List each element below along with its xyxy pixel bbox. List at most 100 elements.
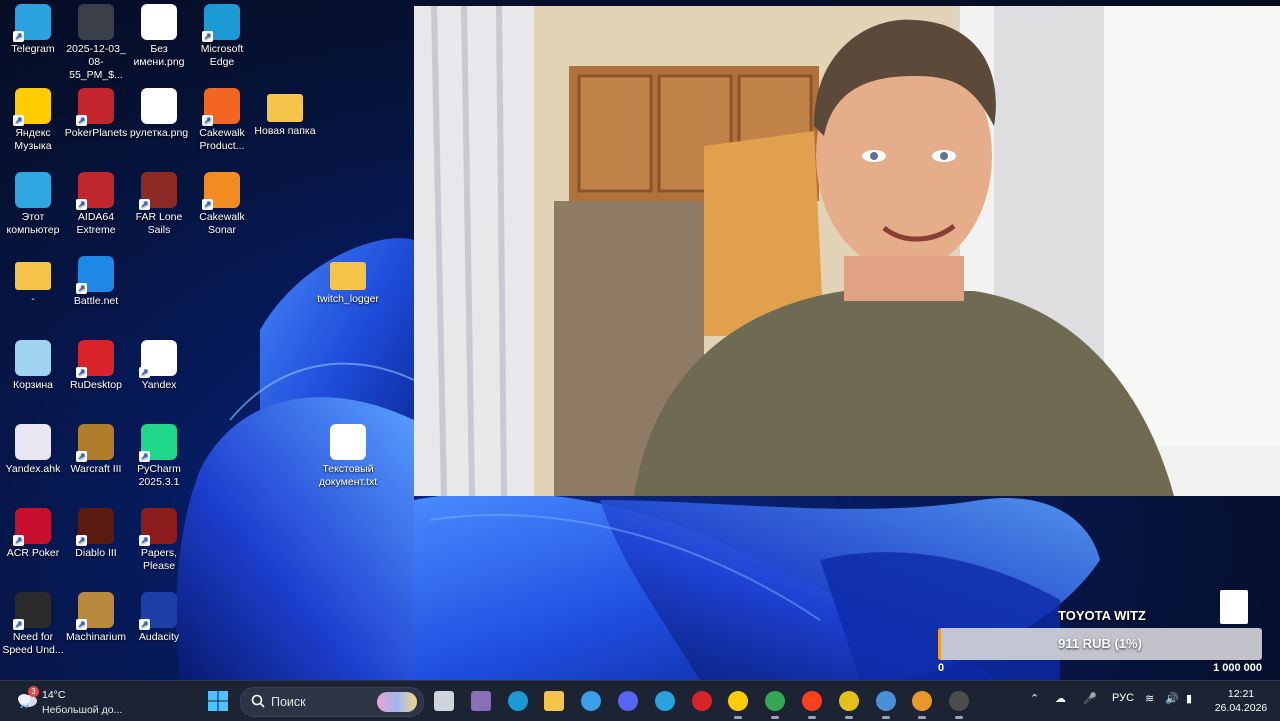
taskbar-app-winrar[interactable] [469,689,493,713]
folder-icon [15,262,51,290]
desktop-icon-label: Warcraft III [70,463,122,475]
taskbar: 3 14°C Небольшой до... Поиск ⌃ ☁ 🎤 РУС ≋… [0,680,1280,721]
taskbar-app-yandex-browser[interactable] [800,689,824,719]
keepass-icon [838,691,859,711]
taskbar-app-obs[interactable] [947,689,971,719]
shortcut-arrow-icon: ↗ [202,199,213,210]
png-file-icon [141,88,177,124]
desktop-icon[interactable]: Текстовый документ.txt [315,424,381,489]
file-explorer-icon [544,691,565,711]
document-icon[interactable] [1220,590,1248,624]
desktop-icon[interactable]: ↗ AIDA64 Extreme [63,172,129,237]
desktop-icon[interactable]: Yandex.ahk [0,424,66,476]
desktop-icon[interactable]: Этот компьютер [0,172,66,237]
desktop-icon[interactable]: ↗ PokerPlanets [63,88,129,140]
desktop-icon[interactable]: ↗ Microsoft Edge [189,4,255,69]
desktop-icon[interactable]: ↗ Cakewalk Sonar [189,172,255,237]
desktop-icon-label: 2025-12-03_ 08-55_PM_$... [66,43,126,81]
aida64-icon: ↗ [76,172,114,210]
desktop-icon[interactable]: ↗ Battle.net [63,256,129,308]
onedrive-cloud-icon[interactable]: ☁ [1055,692,1066,705]
nfs-icon: ↗ [13,592,51,630]
desktop-icon[interactable]: ↗ Machinarium [63,592,129,644]
taskbar-app-keepass[interactable] [837,689,861,719]
desktop-icon-label: Новая папка [254,125,316,137]
diablo-icon: ↗ [76,508,114,546]
desktop-icon[interactable]: ↗ Яндекс Музыка [0,88,66,153]
shortcut-arrow-icon: ↗ [202,31,213,42]
desktop-icon[interactable]: ↗ Cakewalk Product... [189,88,255,153]
acr-poker-icon: ↗ [13,508,51,546]
desktop-icon[interactable]: ↗ Need for Speed Und... [0,592,66,657]
task-view-icon [434,691,454,711]
yandex-music-icon: ↗ [13,88,51,126]
shortcut-arrow-icon: ↗ [76,367,87,378]
input-language[interactable]: РУС [1112,692,1134,704]
desktop-icon[interactable]: Новая папка [252,88,318,138]
microphone-icon[interactable]: 🎤 [1083,692,1097,705]
search-highlight-image [377,692,417,712]
running-indicator [771,716,780,719]
taskbar-app-rudesktop[interactable] [690,689,714,713]
battlenet-icon: ↗ [76,256,114,294]
shortcut-arrow-icon: ↗ [13,535,24,546]
desktop-icon[interactable]: ↗ Papers, Please [126,508,192,573]
taskbar-app-edge[interactable] [506,689,530,713]
search-placeholder: Поиск [271,695,306,709]
shortcut-arrow-icon: ↗ [76,535,87,546]
show-hidden-icons-chevron-icon[interactable]: ⌃ [1030,692,1039,705]
telegram-icon [654,691,675,711]
desktop-icon-label: Telegram [11,43,55,55]
taskbar-app-discord[interactable] [616,689,640,713]
desktop-icon[interactable]: - [0,256,66,306]
taskbar-app-file-explorer[interactable] [542,689,566,713]
taskbar-app-task-view[interactable] [432,689,456,713]
desktop-icon[interactable]: ↗ PyCharm 2025.3.1 [126,424,192,489]
desktop-icon[interactable]: ↗ Telegram [0,4,66,56]
donation-progress-bar: 911 RUB (1%) [938,628,1262,660]
winrar-icon [470,691,491,711]
desktop-icon[interactable]: ↗ Yandex [126,340,192,392]
desktop-icon[interactable]: twitch_logger [315,256,381,306]
ahk-file-icon [15,424,51,460]
machinarium-icon: ↗ [76,592,114,630]
folder-icon [330,262,366,290]
desktop-icon-label: Yandex [141,379,177,391]
cakewalk-icon: ↗ [202,88,240,126]
volume-icon[interactable]: 🔊 [1165,692,1179,705]
shortcut-arrow-icon: ↗ [202,115,213,126]
desktop-icon[interactable]: ↗ Warcraft III [63,424,129,476]
battery-icon[interactable]: ▮ [1186,692,1192,705]
desktop-icon[interactable]: ↗ ACR Poker [0,508,66,560]
desktop-icon[interactable]: ↗ RuDesktop [63,340,129,392]
taskbar-app-chrome[interactable] [763,689,787,719]
taskbar-app-yandex-music[interactable] [726,689,750,719]
taskbar-app-pokerplanets[interactable] [910,689,934,719]
taskbar-app-chromium[interactable] [874,689,898,719]
weather-condition: Небольшой до... [42,704,123,716]
desktop-icon[interactable]: ↗ Diablo III [63,508,129,560]
desktop-icon[interactable]: рулетка.png [126,88,192,140]
telegram-icon: ↗ [13,4,51,42]
rudesktop-icon [691,691,712,711]
desktop-icon[interactable]: Без имени.png [126,4,192,69]
taskbar-search-box[interactable]: Поиск [240,687,424,717]
wifi-icon[interactable]: ≋ [1145,692,1154,705]
running-indicator [844,716,853,719]
desktop-icon[interactable]: 2025-12-03_ 08-55_PM_$... [63,4,129,82]
desktop-icon[interactable]: ↗ FAR Lone Sails [126,172,192,237]
clock-time: 12:21 [1227,688,1255,700]
desktop-icon[interactable]: ↗ Audacity [126,592,192,644]
desktop-icon[interactable]: Корзина [0,340,66,392]
desktop-icon-label: AIDA64 Extreme [76,211,116,236]
system-clock[interactable]: 12:21 26.04.2026 [1210,687,1272,715]
edge-icon: ↗ [202,4,240,42]
start-button[interactable] [208,691,228,711]
chromium-icon [875,691,896,711]
desktop-icon-label: FAR Lone Sails [135,211,183,236]
taskbar-app-telegram[interactable] [653,689,677,713]
taskbar-app-cortana[interactable] [579,689,603,713]
papers-please-icon: ↗ [139,508,177,546]
running-indicator [881,716,890,719]
shortcut-arrow-icon: ↗ [13,115,24,126]
